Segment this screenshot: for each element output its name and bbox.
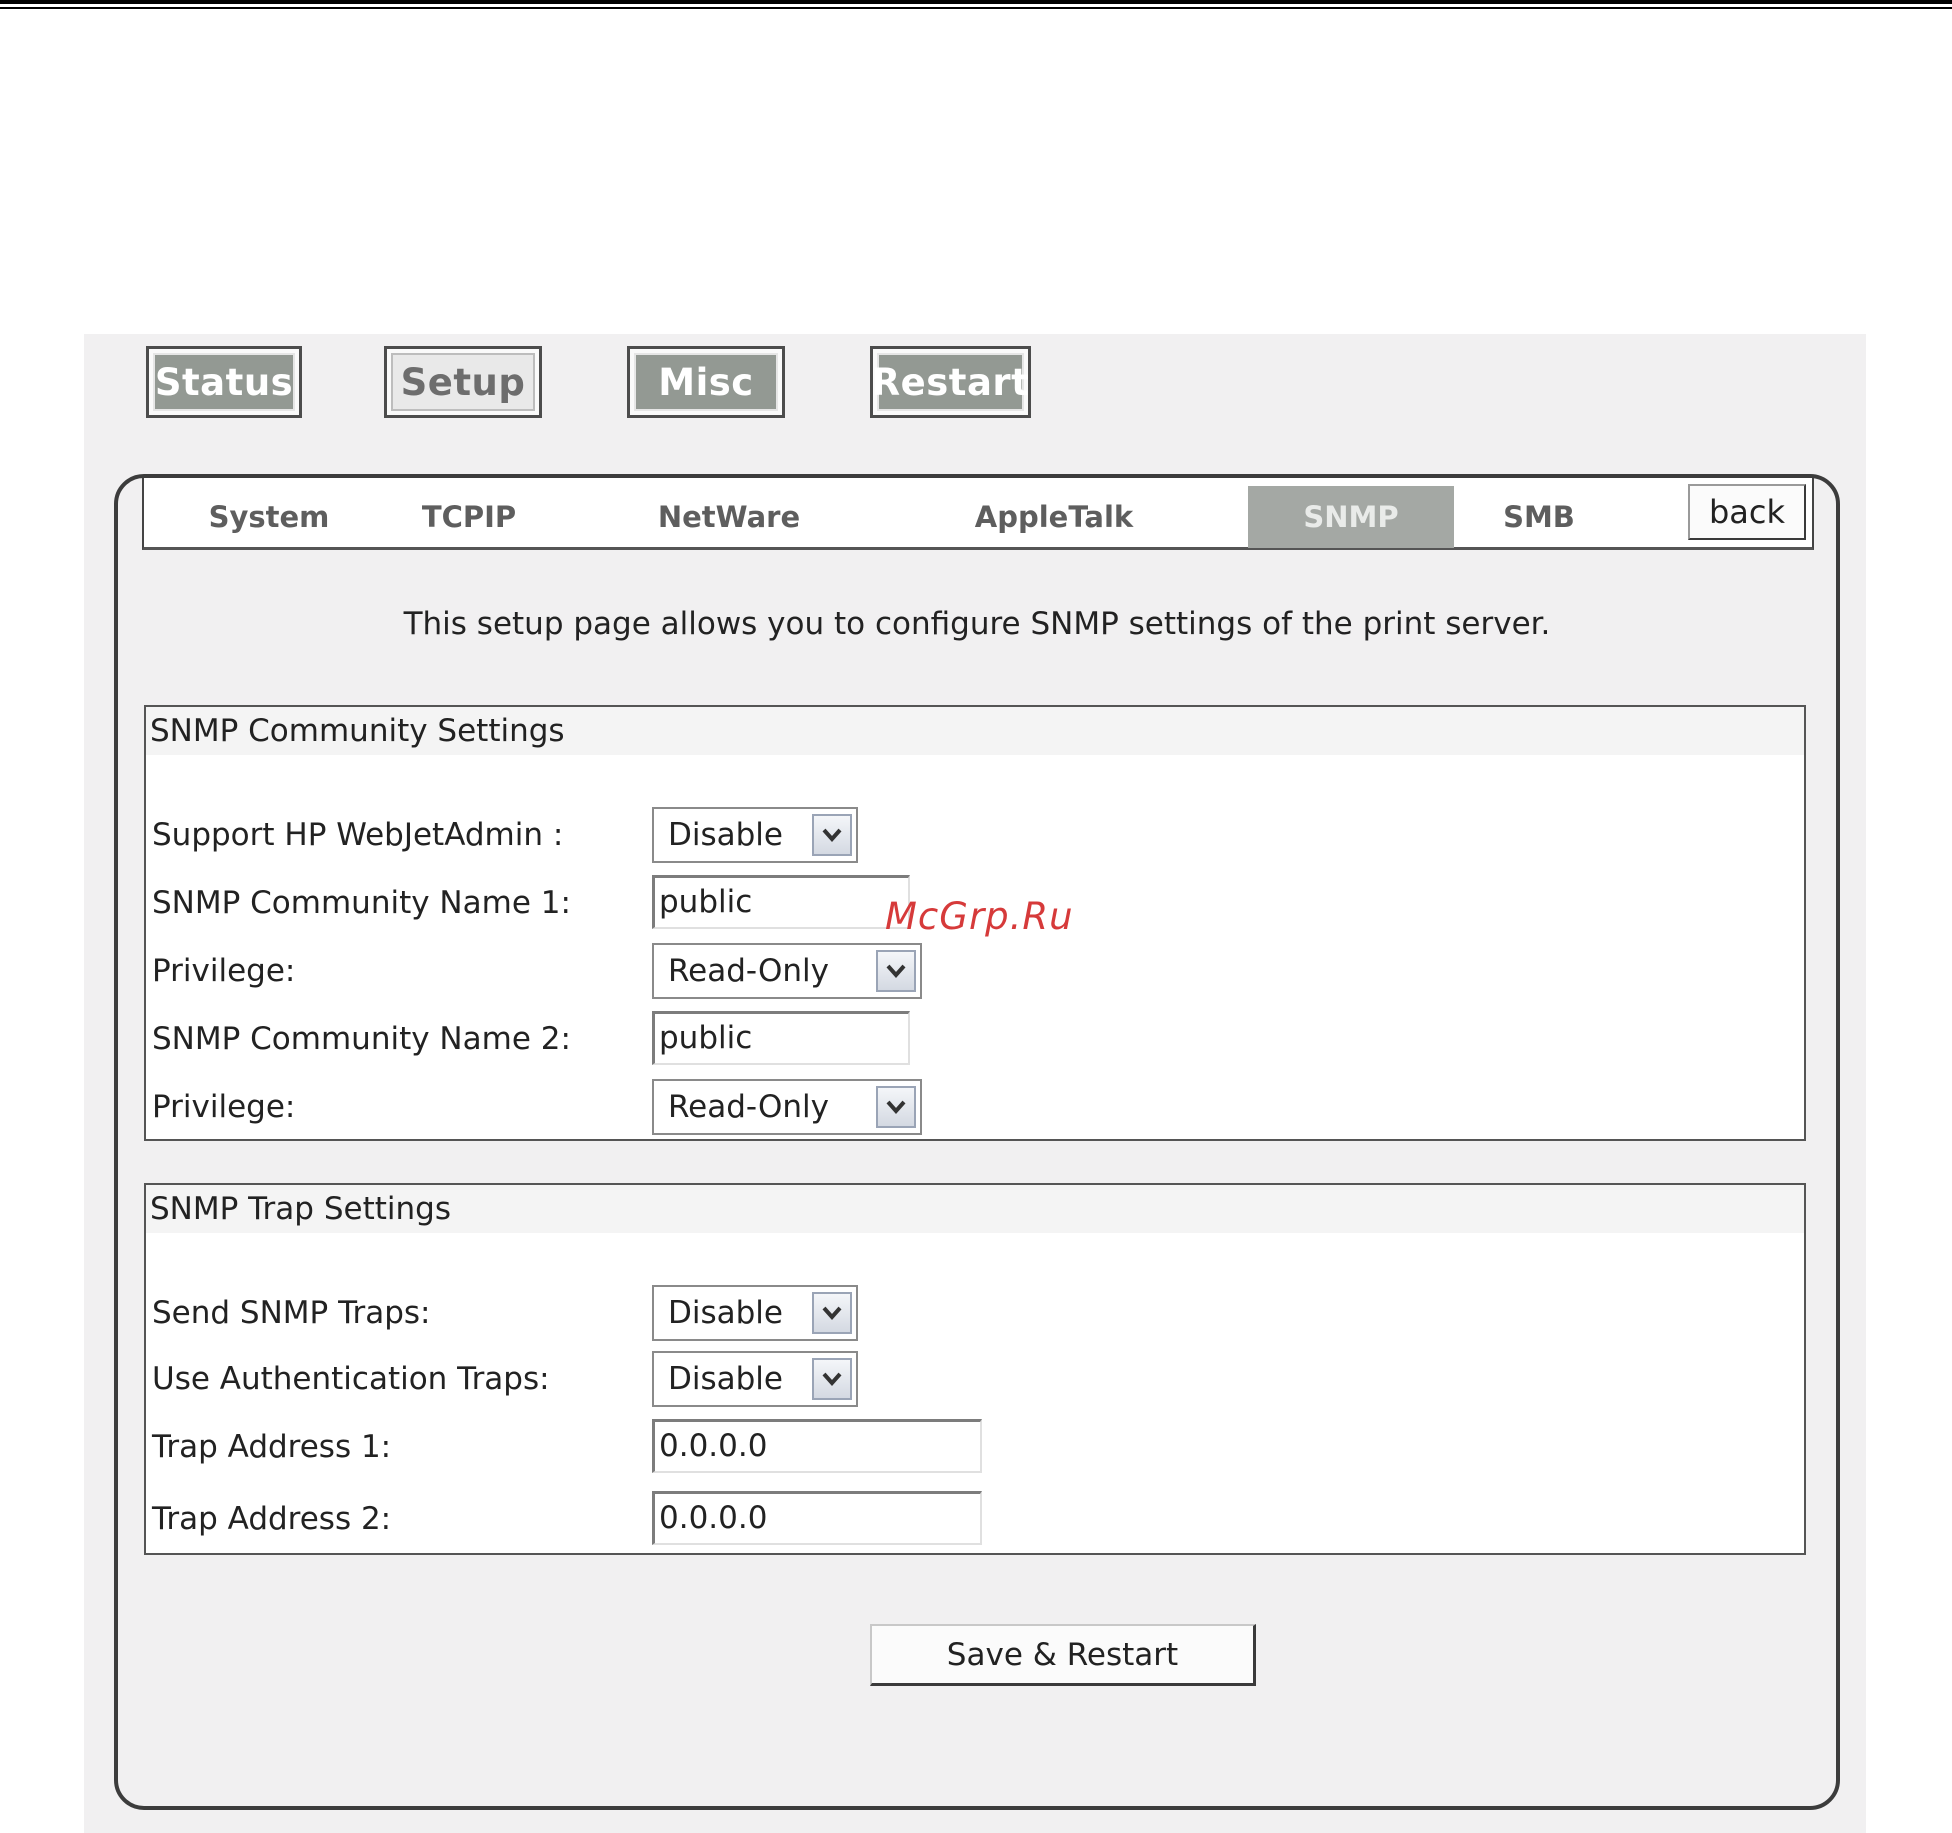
community-name1-row: SNMP Community Name 1: <box>152 875 652 931</box>
restart-nav-button[interactable]: Restart <box>870 346 1031 418</box>
setup-panel: System TCPIP NetWare AppleTalk SNMP SMB … <box>114 474 1840 1810</box>
trap-settings-section: SNMP Trap Settings Send SNMP Traps: Disa… <box>144 1183 1806 1555</box>
tab-tcpip[interactable]: TCPIP <box>394 486 544 548</box>
misc-nav-label: Misc <box>634 353 778 411</box>
top-rule <box>0 0 1952 9</box>
send-traps-row: Send SNMP Traps: <box>152 1285 652 1341</box>
send-traps-value: Disable <box>668 1295 783 1331</box>
back-button[interactable]: back <box>1688 484 1806 540</box>
community-name2-label: SNMP Community Name 2: <box>152 1021 571 1057</box>
trap-address2-label: Trap Address 2: <box>152 1501 392 1537</box>
webjet-value: Disable <box>668 817 783 853</box>
print-server-page: Status Setup Misc Restart System TCPIP N… <box>84 334 1866 1833</box>
save-restart-button[interactable]: Save & Restart <box>870 1624 1256 1686</box>
privilege2-value: Read-Only <box>668 1089 829 1125</box>
tab-snmp[interactable]: SNMP <box>1248 486 1454 548</box>
trap-address1-input[interactable]: 0.0.0.0 <box>652 1419 982 1473</box>
webjet-row: Support HP WebJetAdmin : <box>152 807 652 863</box>
setup-tab-bar: System TCPIP NetWare AppleTalk SNMP SMB … <box>142 478 1814 550</box>
privilege2-select[interactable]: Read-Only <box>652 1079 922 1135</box>
auth-traps-select[interactable]: Disable <box>652 1351 858 1407</box>
tab-netware[interactable]: NetWare <box>644 486 814 548</box>
trap-address1-label: Trap Address 1: <box>152 1429 392 1465</box>
privilege2-label: Privilege: <box>152 1089 296 1125</box>
restart-nav-label: Restart <box>872 353 1029 411</box>
community-name1-label: SNMP Community Name 1: <box>152 885 571 921</box>
chevron-down-icon <box>812 1292 852 1334</box>
community-name2-row: SNMP Community Name 2: <box>152 1011 652 1067</box>
chevron-down-icon <box>876 1086 916 1128</box>
webjet-label: Support HP WebJetAdmin : <box>152 817 564 853</box>
trap-address2-input[interactable]: 0.0.0.0 <box>652 1491 982 1545</box>
watermark-text: McGrp.Ru <box>885 895 1074 938</box>
privilege1-label: Privilege: <box>152 953 296 989</box>
trap-address1-row: Trap Address 1: <box>152 1419 652 1475</box>
community-name1-input[interactable]: public <box>652 875 910 929</box>
setup-nav-button[interactable]: Setup <box>384 346 542 418</box>
auth-traps-row: Use Authentication Traps: <box>152 1351 652 1407</box>
setup-nav-label: Setup <box>391 353 535 411</box>
privilege2-row: Privilege: <box>152 1079 652 1135</box>
status-nav-label: Status <box>153 353 295 411</box>
tab-appletalk[interactable]: AppleTalk <box>944 486 1164 548</box>
tab-smb[interactable]: SMB <box>1464 486 1614 548</box>
chevron-down-icon <box>812 814 852 856</box>
privilege1-select[interactable]: Read-Only <box>652 943 922 999</box>
webjet-select[interactable]: Disable <box>652 807 858 863</box>
privilege1-row: Privilege: <box>152 943 652 999</box>
tab-system[interactable]: System <box>174 486 364 548</box>
community-name2-input[interactable]: public <box>652 1011 910 1065</box>
chevron-down-icon <box>812 1358 852 1400</box>
chevron-down-icon <box>876 950 916 992</box>
trap-address2-row: Trap Address 2: <box>152 1491 652 1547</box>
privilege1-value: Read-Only <box>668 953 829 989</box>
misc-nav-button[interactable]: Misc <box>627 346 785 418</box>
status-nav-button[interactable]: Status <box>146 346 302 418</box>
community-section-title: SNMP Community Settings <box>146 707 1804 755</box>
auth-traps-label: Use Authentication Traps: <box>152 1361 550 1397</box>
auth-traps-value: Disable <box>668 1361 783 1397</box>
send-traps-select[interactable]: Disable <box>652 1285 858 1341</box>
trap-section-title: SNMP Trap Settings <box>146 1185 1804 1233</box>
intro-text: This setup page allows you to configure … <box>403 606 1551 642</box>
send-traps-label: Send SNMP Traps: <box>152 1295 431 1331</box>
